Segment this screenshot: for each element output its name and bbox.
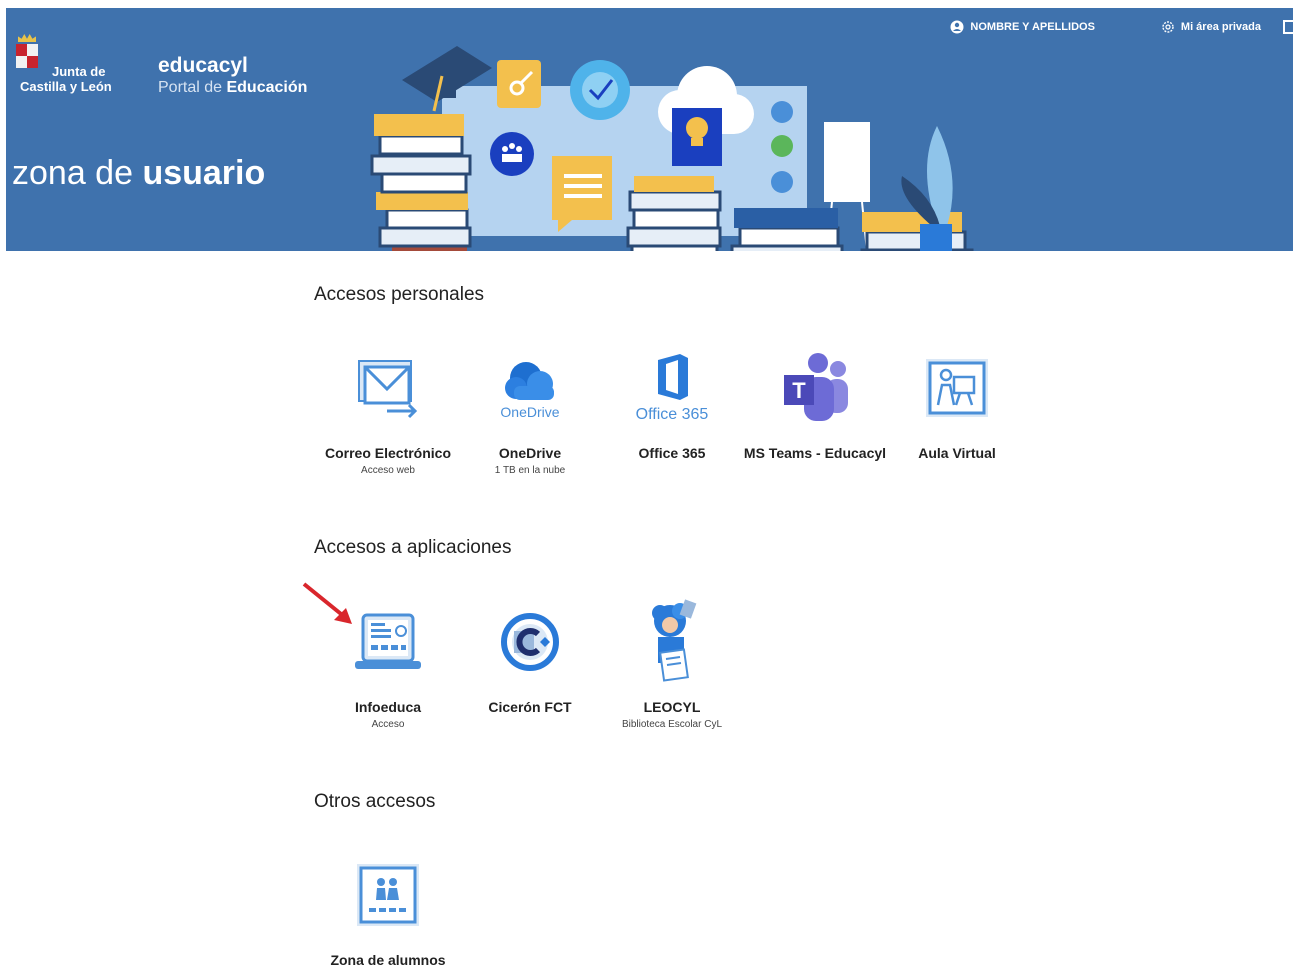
aula-virtual-icon bbox=[926, 359, 988, 417]
logout-icon[interactable] bbox=[1283, 20, 1293, 34]
video-icon bbox=[771, 135, 793, 157]
jcyl-logo[interactable]: Junta de Castilla y León bbox=[14, 34, 112, 94]
section-title-applications: Accesos a aplicaciones bbox=[314, 537, 512, 558]
presentation-board-icon bbox=[824, 122, 870, 202]
tile-label: MS Teams - Educacyl bbox=[743, 445, 887, 461]
header-banner: Junta de Castilla y León educacyl Portal… bbox=[6, 8, 1293, 251]
gear-icon bbox=[1162, 21, 1174, 33]
section-title-other: Otros accesos bbox=[314, 791, 436, 812]
tile-office365[interactable]: Office 365 Office 365 bbox=[597, 343, 747, 461]
portal-name: educacyl bbox=[158, 54, 248, 77]
office365-icon bbox=[658, 354, 688, 400]
user-name-label: NOMBRE Y APELLIDOS bbox=[970, 21, 1095, 33]
onedrive-caption: OneDrive bbox=[500, 404, 560, 420]
tile-leocyl[interactable]: LEOCYL Biblioteca Escolar CyL bbox=[597, 597, 747, 730]
tile-infoeduca[interactable]: Infoeduca Acceso bbox=[313, 597, 463, 730]
org-line2: Castilla y León bbox=[20, 79, 112, 94]
tile-label: Office 365 bbox=[638, 445, 706, 461]
crest-icon bbox=[14, 34, 40, 72]
user-icon bbox=[950, 20, 964, 34]
tile-sub: Acceso bbox=[371, 719, 405, 730]
tile-zona-alumnos[interactable]: Zona de alumnos bbox=[313, 850, 463, 968]
mic-icon bbox=[771, 101, 793, 123]
book-stack-left-icon bbox=[370, 114, 472, 251]
leocyl-icon bbox=[652, 599, 697, 682]
portal-sub-prefix: Portal de bbox=[158, 79, 227, 96]
portal-title[interactable]: educacyl Portal de Educación bbox=[158, 54, 307, 98]
tile-label: Aula Virtual bbox=[918, 445, 996, 461]
private-area-link[interactable]: Mi área privada bbox=[1161, 20, 1261, 34]
tile-label: LEOCYL bbox=[643, 699, 701, 715]
tile-correo[interactable]: Correo Electrónico Acceso web bbox=[313, 343, 463, 476]
tile-sub: Acceso web bbox=[361, 465, 415, 476]
phone-icon bbox=[771, 171, 793, 193]
svg-text:T: T bbox=[792, 378, 806, 403]
tile-onedrive[interactable]: OneDrive OneDrive 1 TB en la nube bbox=[455, 343, 605, 476]
tile-ciceron[interactable]: Cicerón FCT bbox=[455, 597, 605, 715]
tile-label: Zona de alumnos bbox=[330, 952, 446, 968]
ciceron-icon bbox=[501, 613, 559, 671]
portal-sub-bold: Educación bbox=[226, 79, 308, 96]
teams-icon: T bbox=[784, 353, 848, 421]
mail-icon bbox=[358, 360, 418, 419]
key-icon bbox=[497, 60, 541, 108]
book-stack-middle-icon bbox=[626, 176, 722, 251]
zone-prefix: zona de bbox=[12, 154, 143, 192]
tile-label: Correo Electrónico bbox=[324, 445, 452, 461]
onedrive-icon bbox=[505, 362, 554, 400]
tile-label: OneDrive bbox=[498, 445, 562, 461]
infoeduca-icon bbox=[355, 613, 421, 669]
students-icon bbox=[357, 864, 419, 926]
section-title-personal: Accesos personales bbox=[314, 284, 485, 305]
header-illustration bbox=[370, 46, 974, 251]
user-name-link[interactable]: NOMBRE Y APELLIDOS bbox=[950, 20, 1095, 34]
office365-caption: Office 365 bbox=[635, 406, 709, 423]
tile-sub: Biblioteca Escolar CyL bbox=[621, 719, 723, 730]
page-title: zona de usuario bbox=[12, 154, 265, 193]
tile-sub: 1 TB en la nube bbox=[494, 465, 566, 476]
private-area-label: Mi área privada bbox=[1180, 21, 1261, 33]
tile-aula-virtual[interactable]: Aula Virtual bbox=[882, 343, 1032, 461]
tile-label: Cicerón FCT bbox=[488, 699, 572, 715]
zone-bold: usuario bbox=[142, 154, 266, 192]
tile-teams[interactable]: T MS Teams - Educacyl bbox=[740, 343, 890, 461]
tile-label: Infoeduca bbox=[354, 699, 422, 715]
